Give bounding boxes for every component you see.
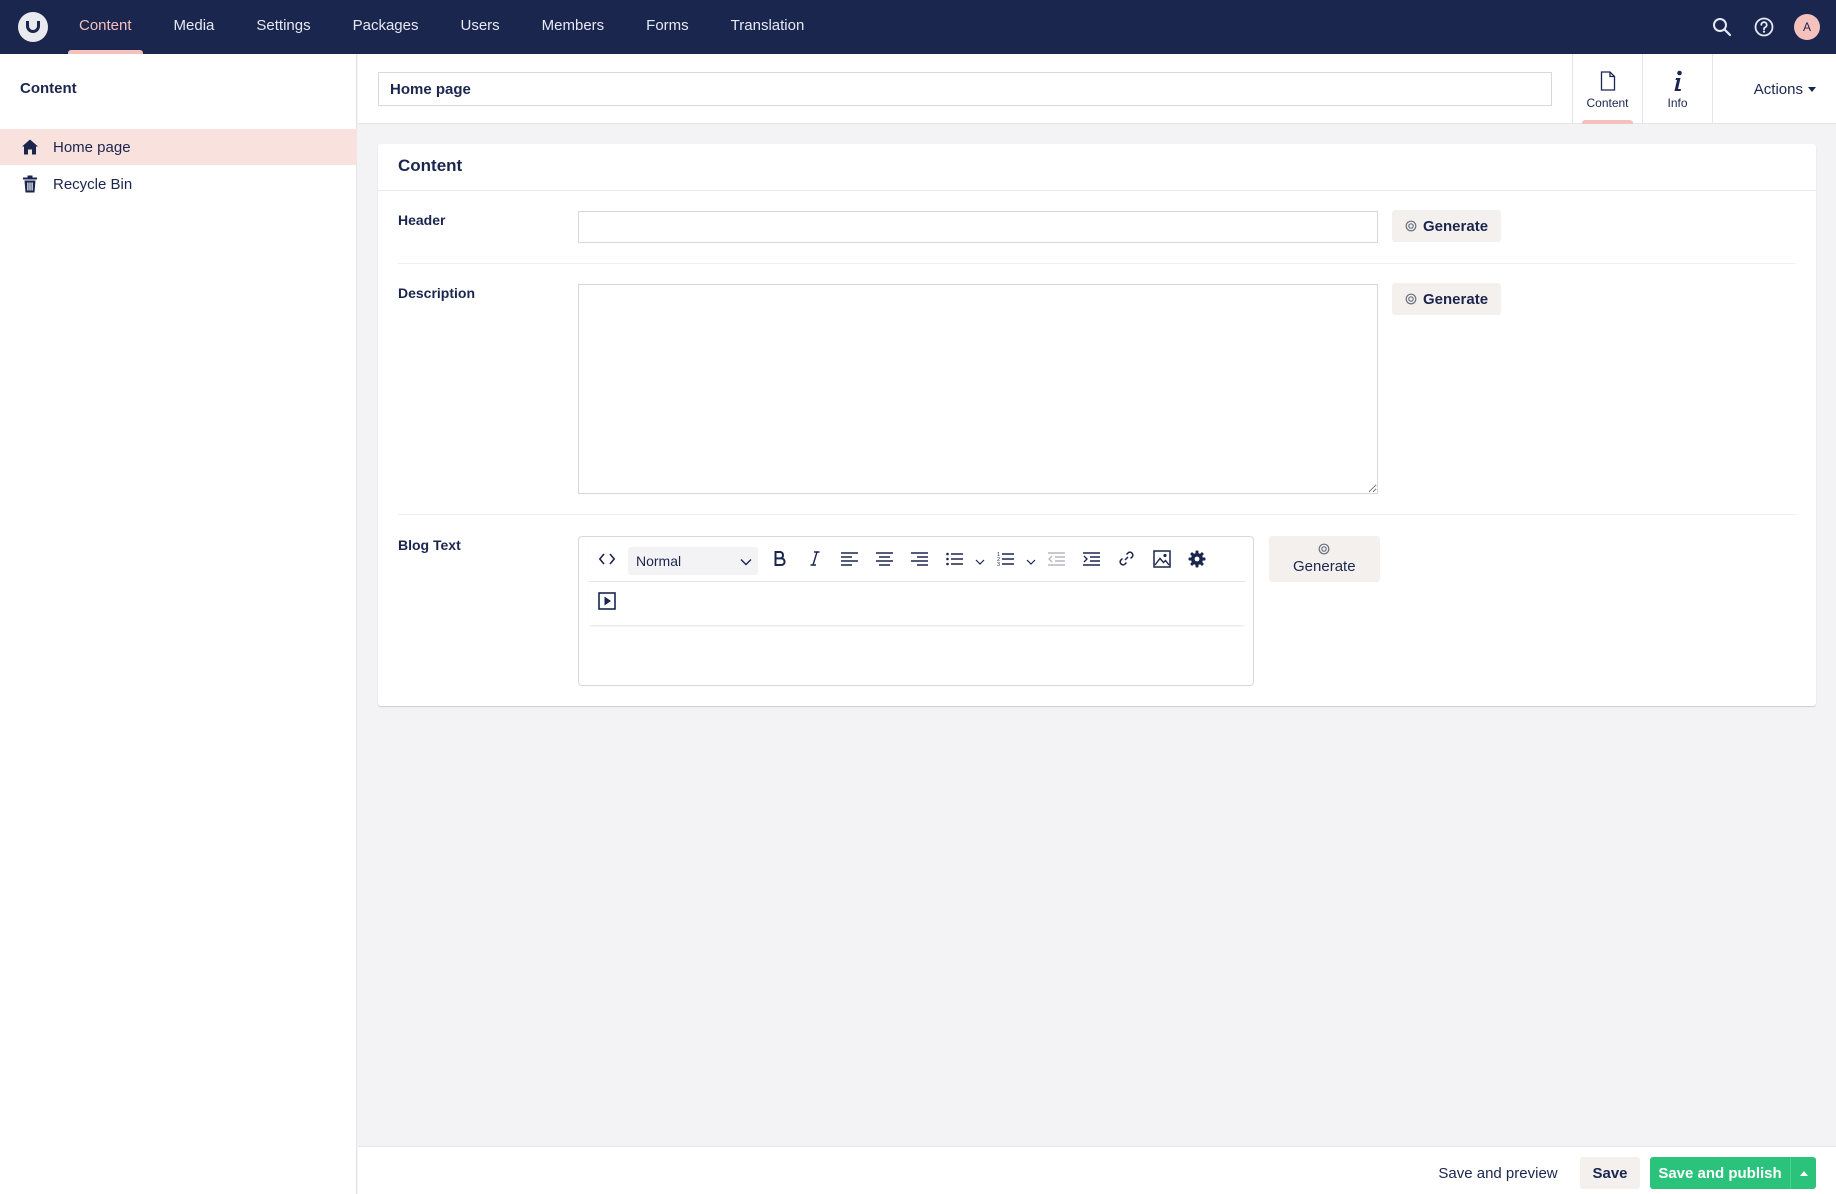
format-select-value: Normal: [636, 553, 682, 569]
bullet-list-options[interactable]: [972, 545, 988, 577]
description-label: Description: [398, 285, 476, 301]
gear-icon: [1188, 550, 1206, 573]
description-textarea[interactable]: [578, 284, 1378, 494]
svg-text:3: 3: [997, 562, 1000, 567]
umbraco-logo[interactable]: [18, 12, 48, 42]
editor-footer: Save and preview Save Save and publish: [358, 1146, 1836, 1194]
home-icon: [20, 137, 40, 157]
source-code-button[interactable]: [589, 545, 624, 577]
caret-up-icon: [1799, 1170, 1808, 1176]
editor-header: Content Info Actions: [358, 54, 1836, 124]
info-icon: [1672, 69, 1684, 93]
link-button[interactable]: [1109, 545, 1144, 577]
property-separator: [398, 514, 1796, 515]
italic-icon: [810, 551, 820, 571]
embed-media-button[interactable]: [589, 587, 624, 619]
tree-item-home-page[interactable]: Home page: [0, 129, 357, 165]
tab-label: Info: [1667, 95, 1688, 110]
generate-label: Generate: [1423, 217, 1489, 235]
tab-label: Content: [1586, 95, 1629, 110]
save-button[interactable]: Save: [1580, 1157, 1640, 1189]
tab-info[interactable]: Info: [1643, 54, 1713, 124]
content-group-panel: Content Header Generate Description Gene…: [378, 144, 1816, 706]
align-left-button[interactable]: [832, 545, 867, 577]
section-forms[interactable]: Forms: [625, 0, 710, 54]
tree-title: Content: [20, 80, 77, 97]
section-content[interactable]: Content: [58, 0, 153, 54]
trash-icon: [20, 174, 40, 194]
property-separator: [398, 263, 1796, 264]
openai-icon: [1405, 293, 1417, 305]
top-tools: A: [1710, 0, 1820, 54]
italic-button[interactable]: [797, 545, 832, 577]
generate-label: Generate: [1423, 290, 1489, 308]
document-icon: [1600, 69, 1616, 93]
generate-header-button[interactable]: Generate: [1392, 210, 1502, 242]
section-users[interactable]: Users: [439, 0, 520, 54]
chevron-down-icon: [1026, 552, 1036, 570]
content-tree-sidebar: Content Home page Recycle Bin: [0, 54, 357, 1194]
header-input[interactable]: [578, 211, 1378, 243]
tree-item-label: Home page: [53, 138, 131, 156]
code-icon: [598, 552, 615, 570]
publish-options-button[interactable]: [1790, 1157, 1816, 1189]
numbered-list-button[interactable]: 123: [988, 545, 1023, 577]
section-packages[interactable]: Packages: [332, 0, 440, 54]
link-icon: [1118, 550, 1135, 572]
align-right-icon: [911, 551, 928, 571]
section-nav: Content Media Settings Packages Users Me…: [58, 0, 825, 54]
generate-blog-text-button[interactable]: Generate: [1269, 536, 1380, 582]
bullet-list-button[interactable]: [937, 545, 972, 577]
align-left-icon: [841, 551, 858, 571]
section-settings[interactable]: Settings: [235, 0, 331, 54]
align-center-button[interactable]: [867, 545, 902, 577]
save-and-publish-button[interactable]: Save and publish: [1650, 1157, 1790, 1189]
divider: [378, 190, 1816, 191]
section-translation[interactable]: Translation: [710, 0, 826, 54]
help-icon[interactable]: [1752, 15, 1776, 39]
user-avatar[interactable]: A: [1794, 14, 1820, 40]
numbered-list-icon: 123: [997, 551, 1014, 572]
tab-content[interactable]: Content: [1573, 54, 1643, 124]
numbered-list-options[interactable]: [1023, 545, 1039, 577]
outdent-button[interactable]: [1039, 545, 1074, 577]
panel-title: Content: [398, 156, 463, 175]
blog-text-label: Blog Text: [398, 537, 461, 553]
align-right-button[interactable]: [902, 545, 937, 577]
rte-toolbar: Normal 1 2 3: [589, 541, 1245, 625]
openai-icon: [1318, 543, 1330, 555]
bullet-list-icon: [946, 552, 963, 571]
node-name-input[interactable]: [378, 72, 1552, 106]
align-center-icon: [876, 551, 893, 571]
insert-image-button[interactable]: [1144, 545, 1179, 577]
section-members[interactable]: Members: [521, 0, 626, 54]
generate-description-button[interactable]: Generate: [1392, 283, 1502, 315]
bold-button[interactable]: [762, 545, 797, 577]
indent-button[interactable]: [1074, 545, 1109, 577]
content-app-tabs: Content Info: [1572, 54, 1713, 124]
chevron-down-icon: [740, 553, 752, 569]
chevron-down-icon: [975, 552, 985, 570]
actions-label: Actions: [1753, 80, 1803, 98]
format-select[interactable]: Normal: [628, 547, 758, 575]
media-play-icon: [597, 591, 616, 615]
section-media[interactable]: Media: [153, 0, 236, 54]
generate-label: Generate: [1293, 558, 1356, 575]
tree-item-label: Recycle Bin: [53, 175, 133, 193]
tree-item-recycle-bin[interactable]: Recycle Bin: [0, 166, 357, 202]
indent-icon: [1083, 551, 1100, 571]
divider: [589, 581, 1245, 582]
header-label: Header: [398, 212, 446, 228]
caret-down-icon: [1808, 86, 1816, 92]
actions-dropdown[interactable]: Actions: [1754, 54, 1816, 124]
search-icon[interactable]: [1710, 15, 1734, 39]
openai-icon: [1405, 220, 1417, 232]
rich-text-editor: Normal 1 2 3: [578, 536, 1254, 686]
bold-icon: [774, 551, 786, 571]
outdent-icon: [1048, 551, 1065, 571]
top-navigation-bar: Content Media Settings Packages Users Me…: [0, 0, 1836, 54]
macro-settings-button[interactable]: [1179, 545, 1214, 577]
image-icon: [1152, 549, 1171, 573]
save-and-preview-button[interactable]: Save and preview: [1430, 1157, 1566, 1189]
